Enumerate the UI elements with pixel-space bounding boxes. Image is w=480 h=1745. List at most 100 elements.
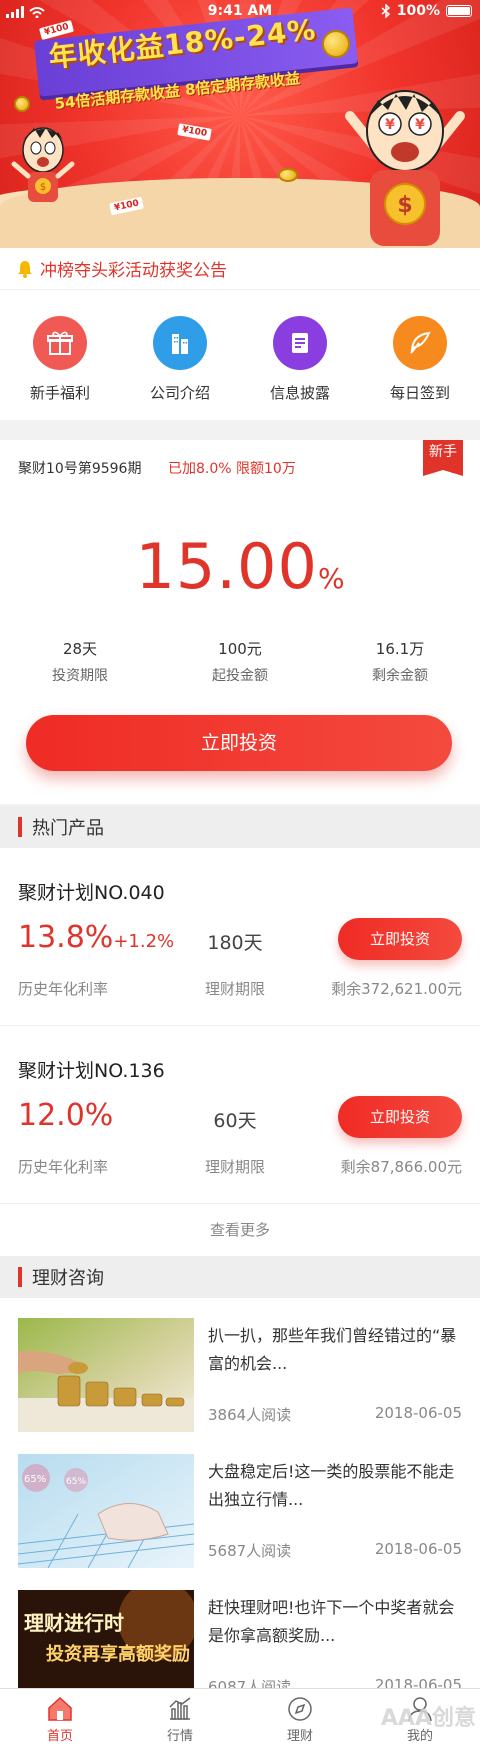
section-marker bbox=[18, 1267, 22, 1287]
article-thumbnail-keyboard: 65% 65% bbox=[18, 1454, 194, 1568]
news-list: 扒一扒，那些年我们曾经错过的“暴富的机会... 3864人阅读 2018-06-… bbox=[0, 1298, 480, 1704]
product-rate-value: 12.0% bbox=[18, 1098, 114, 1133]
stat-term: 28天 投资期限 bbox=[0, 638, 160, 685]
building-icon bbox=[153, 316, 207, 370]
quick-nav-label: 每日签到 bbox=[389, 384, 450, 402]
product-rate-bonus: +1.2% bbox=[113, 931, 175, 952]
featured-product-card: 聚财10号第9596期 已加8.0% 限额10万 新手 15.00% 28天 投… bbox=[0, 440, 480, 804]
featured-title: 聚财10号第9596期 bbox=[18, 461, 142, 477]
status-bar: 9:41 AM 100% bbox=[0, 0, 480, 24]
featured-rate: 15.00% bbox=[0, 530, 480, 603]
svg-text:$: $ bbox=[40, 182, 46, 193]
tab-label: 行情 bbox=[166, 1729, 193, 1744]
svg-text:65%: 65% bbox=[66, 1477, 86, 1487]
coin-icon bbox=[14, 96, 30, 112]
svg-text:¥: ¥ bbox=[415, 117, 425, 133]
article-thumbnail-promo: 理财进行时 投资再享高额奖励 bbox=[18, 1590, 194, 1704]
product-name: 聚财计划NO.136 bbox=[18, 1060, 165, 1082]
article-title: 扒一扒，那些年我们曾经错过的“暴富的机会... bbox=[208, 1326, 457, 1373]
stat-label: 投资期限 bbox=[52, 668, 108, 684]
hot-products-header: 热门产品 bbox=[0, 806, 480, 848]
stat-value: 100元 bbox=[218, 640, 262, 658]
quick-nav-disclosure[interactable]: 信息披露 bbox=[240, 290, 360, 420]
product-rate: 12.0% bbox=[18, 1098, 113, 1133]
view-more-link[interactable]: 查看更多 bbox=[0, 1204, 480, 1256]
product-invest-button[interactable]: 立即投资 bbox=[338, 1096, 462, 1138]
featured-promo: 已加8.0% 限额10万 bbox=[168, 461, 296, 477]
quick-nav: 新手福利 公司介绍 信息披露 每日签到 bbox=[0, 290, 480, 420]
stat-value: 16.1万 bbox=[375, 640, 425, 658]
watermark-logo: AAA创意 bbox=[380, 1706, 476, 1731]
battery-percent: 100% bbox=[396, 3, 440, 19]
cartoon-man-small: $ bbox=[11, 127, 75, 202]
gift-icon bbox=[33, 316, 87, 370]
section-marker bbox=[18, 817, 22, 837]
tab-label: 首页 bbox=[46, 1729, 73, 1744]
featured-rate-unit: % bbox=[317, 562, 345, 595]
product-name: 聚财计划NO.040 bbox=[18, 882, 165, 904]
product-rate-label: 历史年化利率 bbox=[18, 1158, 109, 1176]
document-icon bbox=[273, 316, 327, 370]
featured-rate-value: 15.00 bbox=[135, 530, 318, 603]
product-period: 60天 bbox=[213, 1110, 257, 1132]
hot-products-list: 聚财计划NO.040 13.8%+1.2% 180天 立即投资 历史年化利率 理… bbox=[0, 848, 480, 1256]
quick-nav-newbie[interactable]: 新手福利 bbox=[0, 290, 120, 420]
feather-pen-icon bbox=[393, 316, 447, 370]
article-reads: 5687人阅读 bbox=[208, 1542, 292, 1560]
status-right: 100% bbox=[381, 3, 472, 19]
product-period: 180天 bbox=[207, 932, 263, 954]
product-item[interactable]: 聚财计划NO.040 13.8%+1.2% 180天 立即投资 历史年化利率 理… bbox=[0, 848, 480, 1026]
section-title: 理财咨询 bbox=[32, 1268, 104, 1289]
news-article[interactable]: 扒一扒，那些年我们曾经错过的“暴富的机会... 3864人阅读 2018-06-… bbox=[0, 1298, 480, 1434]
home-icon bbox=[48, 1696, 72, 1721]
section-title: 热门产品 bbox=[32, 818, 104, 839]
bar-chart-icon bbox=[169, 1697, 191, 1720]
article-title: 赶快理财吧!也许下一个中奖者就会是你拿高额奖励... bbox=[208, 1598, 455, 1645]
cartoon-man-large: ¥ ¥ $ bbox=[345, 90, 465, 246]
stat-value: 28天 bbox=[62, 640, 98, 658]
svg-text:65%: 65% bbox=[24, 1474, 46, 1485]
stat-label: 剩余金额 bbox=[372, 668, 428, 684]
news-article[interactable]: 65% 65% 大盘稳定后!这一类的股票能不能走出独立行情... 5687人阅读… bbox=[0, 1434, 480, 1570]
quick-nav-checkin[interactable]: 每日签到 bbox=[360, 290, 480, 420]
product-rate-label: 历史年化利率 bbox=[18, 980, 109, 998]
quick-nav-company[interactable]: 公司介绍 bbox=[120, 290, 240, 420]
featured-stats: 28天 投资期限 100元 起投金额 16.1万 剩余金额 bbox=[0, 638, 480, 685]
compass-icon bbox=[288, 1697, 312, 1721]
article-reads: 3864人阅读 bbox=[208, 1406, 292, 1424]
product-item[interactable]: 聚财计划NO.136 12.0% 60天 立即投资 历史年化利率 理财期限 剩余… bbox=[0, 1026, 480, 1204]
tab-home[interactable]: 首页 bbox=[0, 1689, 120, 1745]
stat-minimum: 100元 起投金额 bbox=[160, 638, 320, 685]
news-header: 理财咨询 bbox=[0, 1256, 480, 1298]
promo-banner[interactable]: 年收化益18%-24% 54倍活期存款收益 8倍定期存款收益 ¥100 ¥100… bbox=[0, 0, 480, 248]
product-remaining: 剩余87,866.00元 bbox=[340, 1158, 462, 1176]
svg-text:¥: ¥ bbox=[385, 117, 395, 133]
announcement-bar[interactable]: 冲榜夺头彩活动获奖公告 bbox=[0, 248, 480, 290]
stat-label: 起投金额 bbox=[212, 668, 268, 684]
svg-text:$: $ bbox=[397, 193, 412, 218]
product-remaining: 剩余372,621.00元 bbox=[331, 980, 462, 998]
product-rate-value: 13.8% bbox=[18, 920, 114, 955]
tab-label: 理财 bbox=[286, 1729, 313, 1744]
coin-icon bbox=[278, 168, 298, 182]
bluetooth-icon bbox=[381, 4, 390, 18]
announcement-text: 冲榜夺头彩活动获奖公告 bbox=[40, 261, 227, 281]
article-date: 2018-06-05 bbox=[374, 1540, 462, 1558]
article-date: 2018-06-05 bbox=[374, 1404, 462, 1422]
article-title: 大盘稳定后!这一类的股票能不能走出独立行情... bbox=[208, 1462, 455, 1509]
quick-nav-label: 新手福利 bbox=[29, 384, 90, 402]
invest-now-button[interactable]: 立即投资 bbox=[26, 715, 452, 771]
tab-finance[interactable]: 理财 bbox=[240, 1689, 360, 1745]
stat-remaining: 16.1万 剩余金额 bbox=[320, 638, 480, 685]
battery-icon bbox=[446, 5, 472, 17]
bell-icon bbox=[18, 260, 32, 278]
product-period-label: 理财期限 bbox=[204, 980, 265, 998]
product-invest-button[interactable]: 立即投资 bbox=[338, 918, 462, 960]
svg-text:理财进行时: 理财进行时 bbox=[24, 1611, 124, 1635]
news-article[interactable]: 理财进行时 投资再享高额奖励 赶快理财吧!也许下一个中奖者就会是你拿高额奖励..… bbox=[0, 1570, 480, 1706]
tab-market[interactable]: 行情 bbox=[120, 1689, 240, 1745]
coin-icon bbox=[322, 30, 350, 58]
product-rate: 13.8%+1.2% bbox=[18, 920, 174, 955]
quick-nav-label: 公司介绍 bbox=[149, 384, 210, 402]
newbie-tag: 新手 bbox=[423, 440, 463, 476]
